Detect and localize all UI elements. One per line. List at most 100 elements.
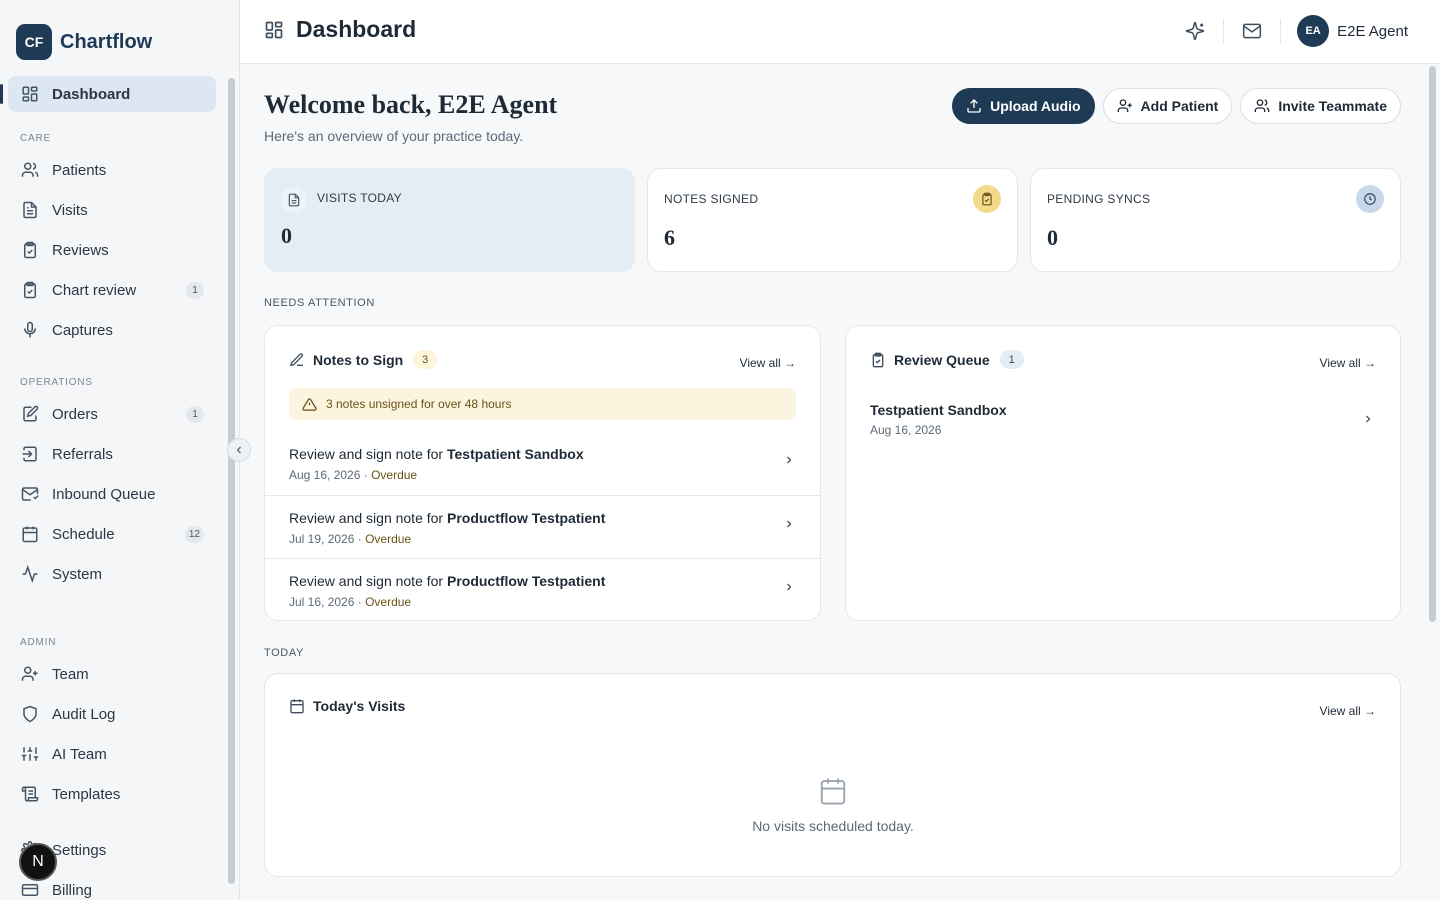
calendar-icon	[820, 778, 846, 805]
sidebar-item-inbound-queue[interactable]: Inbound Queue	[8, 476, 216, 512]
clipboard-check-icon	[20, 280, 40, 300]
quick-actions: Upload Audio Add Patient Invite Teammate	[952, 88, 1401, 124]
sidebar-item-label: Audit Log	[52, 705, 116, 723]
section-care: CARE	[20, 133, 51, 144]
main-scrollbar[interactable]	[1429, 66, 1436, 622]
sidebar-item-label: Captures	[52, 321, 113, 339]
note-patient: Productflow Testpatient	[446, 510, 606, 526]
main-content: Welcome back, E2E Agent Here's an overvi…	[240, 64, 1426, 900]
sparkles-icon[interactable]	[1183, 19, 1207, 43]
chevron-left-icon	[236, 446, 241, 454]
clipboard-check-icon	[872, 352, 884, 367]
sidebar-item-team[interactable]: Team	[8, 656, 216, 692]
upload-audio-label: Upload Audio	[990, 98, 1081, 114]
list-item[interactable]: Review and sign note for Productflow Tes…	[265, 558, 820, 620]
note-meta: Aug 16, 2026 · Overdue	[289, 468, 418, 482]
note-meta: Jul 19, 2026 · Overdue	[289, 532, 412, 546]
stat-value: 6	[664, 225, 675, 250]
stat-pending-syncs[interactable]: PENDING SYNCS 0	[1030, 168, 1401, 272]
note-prefix: Review and sign note for	[289, 446, 447, 462]
sidebar-scrollbar[interactable]	[228, 78, 235, 884]
stat-notes-signed[interactable]: NOTES SIGNED 6	[647, 168, 1018, 272]
sidebar-item-visits[interactable]: Visits	[8, 192, 216, 228]
count-badge: 12	[184, 526, 204, 543]
stat-label: PENDING SYNCS	[1047, 192, 1151, 206]
add-patient-button[interactable]: Add Patient	[1102, 88, 1233, 124]
note-date: Jul 19, 2026	[289, 532, 355, 546]
chevron-right-icon	[787, 583, 792, 591]
user-name[interactable]: E2E Agent	[1337, 23, 1408, 40]
list-item[interactable]: Review and sign note for Testpatient San…	[265, 432, 820, 495]
sidebar-item-reviews[interactable]: Reviews	[8, 232, 216, 268]
stat-label: VISITS TODAY	[317, 191, 402, 205]
microphone-icon	[20, 320, 40, 340]
chevron-right-icon	[787, 520, 792, 528]
note-status: Overdue	[365, 532, 412, 546]
sidebar-item-label: Dashboard	[52, 85, 131, 103]
dev-tools-badge[interactable]: N	[19, 843, 57, 881]
clipboard-check-icon	[20, 240, 40, 260]
sidebar-item-schedule[interactable]: Schedule 12	[8, 516, 216, 552]
user-plus-icon	[20, 664, 40, 684]
collapse-sidebar-button[interactable]	[227, 438, 251, 462]
sidebar-item-chart-review[interactable]: Chart review 1	[8, 272, 216, 308]
upload-audio-button[interactable]: Upload Audio	[952, 88, 1095, 124]
section-operations: OPERATIONS	[20, 377, 93, 388]
calendar-icon	[290, 699, 304, 714]
brand[interactable]: CF Chartflow	[16, 24, 152, 60]
sliders-icon	[20, 744, 40, 764]
sidebar: CF Chartflow Dashboard CARE Patients Vis…	[0, 0, 240, 900]
section-today: TODAY	[264, 647, 304, 659]
sidebar-item-system[interactable]: System	[8, 556, 216, 592]
review-date: Aug 16, 2026	[870, 423, 942, 437]
sidebar-item-audit-log[interactable]: Audit Log	[8, 696, 216, 732]
grid-icon	[20, 84, 40, 104]
note-meta: Jul 16, 2026 · Overdue	[289, 595, 412, 609]
invite-teammate-button[interactable]: Invite Teammate	[1240, 88, 1401, 124]
view-all-link[interactable]: View all →	[740, 356, 796, 370]
card-title: Review Queue	[894, 351, 990, 368]
stat-value: 0	[1047, 225, 1058, 250]
stat-value: 0	[281, 223, 292, 248]
edit-document-icon	[20, 404, 40, 424]
count-badge: 3	[413, 350, 438, 369]
sidebar-item-patients[interactable]: Patients	[8, 152, 216, 188]
sidebar-item-label: Inbound Queue	[52, 485, 156, 503]
note-patient: Productflow Testpatient	[446, 573, 606, 589]
list-item[interactable]: Review and sign note for Productflow Tes…	[265, 495, 820, 558]
view-all-link[interactable]: View all →	[1320, 704, 1376, 718]
page-title-text: Dashboard	[296, 16, 417, 42]
todays-visits-card: Today's Visits View all → No visits sche…	[264, 673, 1401, 877]
users-icon	[1254, 99, 1270, 112]
view-all-link[interactable]: View all →	[1320, 356, 1376, 370]
file-text-icon	[20, 200, 40, 220]
sidebar-item-orders[interactable]: Orders 1	[8, 396, 216, 432]
note-status: Overdue	[365, 595, 412, 609]
sidebar-item-label: Visits	[52, 201, 88, 219]
sidebar-item-ai-team[interactable]: AI Team	[8, 736, 216, 772]
section-needs-attention: NEEDS ATTENTION	[264, 297, 375, 309]
mail-icon[interactable]	[1240, 19, 1264, 43]
sidebar-item-referrals[interactable]: Referrals	[8, 436, 216, 472]
note-prefix: Review and sign note for	[289, 510, 447, 526]
sidebar-nav: Dashboard CARE Patients Visits Reviews C…	[0, 76, 216, 900]
sidebar-item-label: Patients	[52, 161, 107, 179]
stat-visits-today[interactable]: VISITS TODAY 0	[264, 168, 635, 272]
sidebar-item-templates[interactable]: Templates	[8, 776, 216, 812]
notes-to-sign-card: Notes to Sign 3 View all → 3 notes unsig…	[264, 325, 821, 621]
chevron-right-icon	[1366, 415, 1371, 423]
chevron-right-icon	[787, 456, 792, 464]
top-header: Dashboard EA E2E Agent	[240, 0, 1440, 64]
note-status: Overdue	[371, 468, 418, 482]
note-date: Jul 16, 2026	[289, 595, 355, 609]
sidebar-item-label: Orders	[52, 405, 98, 423]
sidebar-item-label: Referrals	[52, 445, 113, 463]
review-queue-card: Review Queue 1 View all → Testpatient Sa…	[845, 325, 1401, 621]
empty-state-text: No visits scheduled today.	[752, 818, 914, 834]
sidebar-item-dashboard[interactable]: Dashboard	[0, 76, 216, 112]
sidebar-item-captures[interactable]: Captures	[8, 312, 216, 348]
calendar-icon	[20, 524, 40, 544]
avatar[interactable]: EA	[1297, 15, 1330, 47]
scroll-icon	[20, 784, 40, 804]
welcome-title: Welcome back, E2E Agent	[264, 90, 558, 119]
